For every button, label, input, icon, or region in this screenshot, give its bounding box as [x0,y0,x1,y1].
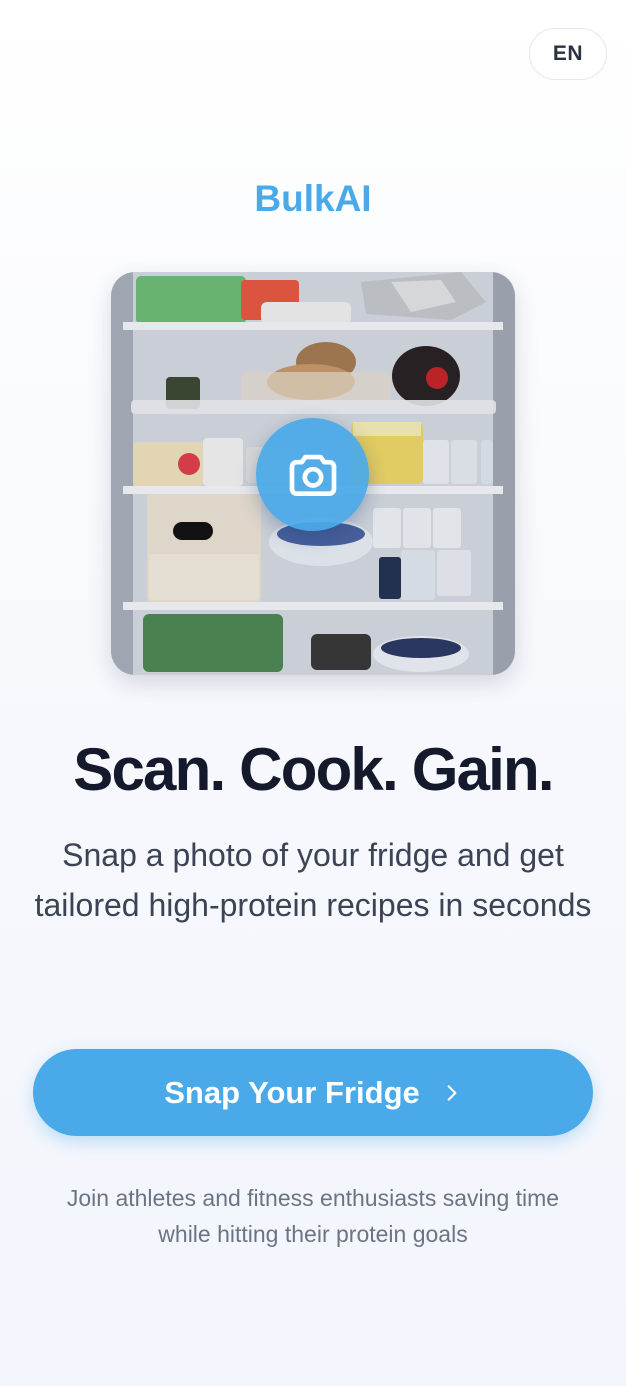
chevron-right-icon [447,1084,457,1101]
brand-logo: BulkAI [254,178,372,219]
camera-icon [289,454,336,496]
language-label: EN [552,42,584,65]
camera-button[interactable] [256,418,369,531]
snap-fridge-label: Snap Your Fridge [164,1074,420,1110]
headline: Scan. Cook. Gain. [73,736,554,803]
snap-fridge-button[interactable]: Snap Your Fridge [33,1049,593,1136]
footer-text: Join athletes and fitness enthusiasts sa… [66,1185,560,1247]
subtitle: Snap a photo of your fridge and get tail… [34,837,592,923]
language-button[interactable]: EN [529,28,607,80]
